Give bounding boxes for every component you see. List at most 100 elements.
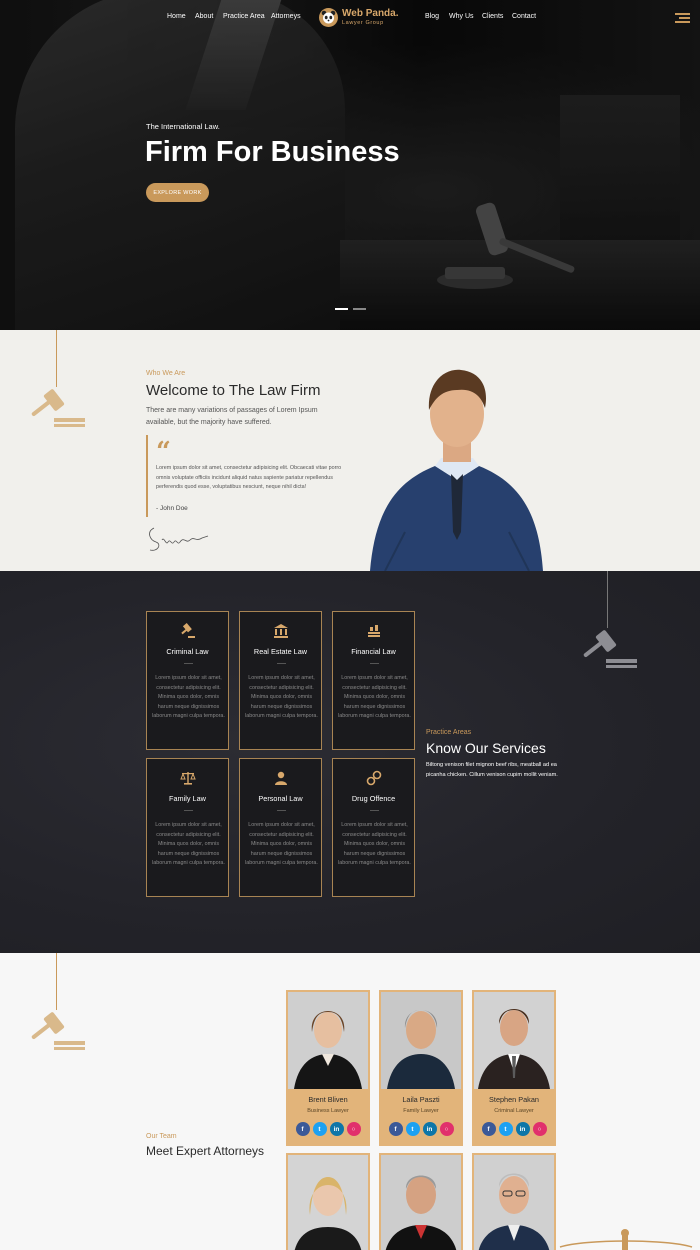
attorney-photo	[288, 992, 368, 1089]
explore-work-button[interactable]: EXPLORE WORK	[146, 183, 209, 202]
service-description: Lorem ipsum dolor sit amet, consectetur …	[338, 822, 411, 867]
divider	[184, 663, 193, 664]
attorney-photo	[381, 1155, 461, 1250]
team-card[interactable]	[379, 1153, 463, 1250]
gavel-decor-icon	[31, 1012, 85, 1050]
slider-dot-active[interactable]	[335, 308, 348, 310]
logo-title: Web Panda.	[342, 8, 399, 19]
attorney-role: Business Lawyer	[307, 1108, 349, 1114]
attorney-role: Criminal Lawyer	[494, 1108, 534, 1114]
nav-contact[interactable]: Contact	[512, 13, 536, 20]
facebook-icon[interactable]: f	[295, 1122, 310, 1136]
social-links: f t in ○	[292, 1122, 364, 1136]
services-description: Biltong venison filet mignon beef ribs, …	[426, 762, 558, 778]
decor-line	[607, 571, 608, 628]
scales-icon	[147, 770, 228, 788]
team-card[interactable]: Brent Bliven Business Lawyer f t in ○	[286, 990, 370, 1146]
testimonial-quote: “ Lorem ipsum dolor sit amet, consectetu…	[146, 435, 346, 517]
signature-image	[149, 527, 209, 551]
team-eyebrow: Our Team	[146, 1133, 177, 1140]
instagram-icon[interactable]: ○	[439, 1122, 454, 1136]
nav-attorneys[interactable]: Attorneys	[271, 13, 301, 20]
logo[interactable]: Web Panda. Lawyer Group	[319, 7, 409, 29]
linkedin-icon[interactable]: in	[515, 1122, 530, 1136]
nav-practice-area[interactable]: Practice Area	[223, 13, 265, 20]
quote-icon: “	[156, 437, 171, 467]
decor-line	[56, 330, 57, 387]
hero-section: Home About Practice Area Attorneys Web P…	[0, 0, 700, 330]
about-eyebrow: Who We Are	[146, 370, 186, 377]
instagram-icon[interactable]: ○	[532, 1122, 547, 1136]
nav-about[interactable]: About	[195, 13, 213, 20]
team-title: Meet Expert Attorneys	[146, 1144, 265, 1158]
instagram-icon[interactable]: ○	[346, 1122, 361, 1136]
social-links: f t in ○	[478, 1122, 550, 1136]
linkedin-icon[interactable]: in	[422, 1122, 437, 1136]
scales-decor-icon	[559, 1229, 693, 1250]
service-description: Lorem ipsum dolor sit amet, consectetur …	[338, 675, 411, 720]
service-title: Financial Law	[351, 647, 396, 656]
social-links: f t in ○	[385, 1122, 457, 1136]
team-card[interactable]: Stephen Pakan Criminal Lawyer f t in ○	[472, 990, 556, 1146]
menu-icon[interactable]	[675, 13, 690, 23]
service-description: Lorem ipsum dolor sit amet, consectetur …	[152, 822, 225, 867]
linkedin-icon[interactable]: in	[329, 1122, 344, 1136]
attorney-photo	[474, 1155, 554, 1250]
lawyer-portrait-image	[370, 369, 543, 571]
nav-blog[interactable]: Blog	[425, 13, 439, 20]
service-title: Criminal Law	[166, 647, 209, 656]
nav-why-us[interactable]: Why Us	[449, 13, 474, 20]
service-description: Lorem ipsum dolor sit amet, consectetur …	[245, 822, 318, 867]
about-section: Who We Are Welcome to The Law Firm There…	[0, 330, 700, 571]
divider	[277, 663, 286, 664]
services-section: Criminal Law Lorem ipsum dolor sit amet,…	[0, 571, 700, 953]
team-section: Our Team Meet Expert Attorneys Brent Bli…	[0, 953, 700, 1250]
service-card-financial-law[interactable]: Financial Law Lorem ipsum dolor sit amet…	[332, 611, 415, 750]
nav-home[interactable]: Home	[167, 13, 186, 20]
service-card-real-estate-law[interactable]: Real Estate Law Lorem ipsum dolor sit am…	[239, 611, 322, 750]
attorney-name: Stephen Pakan	[489, 1095, 539, 1104]
facebook-icon[interactable]: f	[388, 1122, 403, 1136]
quote-author: - John Doe	[156, 505, 188, 512]
attorney-name: Laila Paszti	[402, 1095, 440, 1104]
gavel-decor-icon	[31, 389, 85, 427]
about-title: Welcome to The Law Firm	[146, 382, 321, 399]
team-card[interactable]	[472, 1153, 556, 1250]
team-card[interactable]: Laila Paszti Family Lawyer f t in ○	[379, 990, 463, 1146]
courthouse-icon	[240, 623, 321, 641]
service-title: Family Law	[169, 794, 206, 803]
attorney-role: Family Lawyer	[403, 1108, 439, 1114]
twitter-icon[interactable]: t	[312, 1122, 327, 1136]
twitter-icon[interactable]: t	[498, 1122, 513, 1136]
slider-dot[interactable]	[353, 308, 366, 310]
team-card[interactable]	[286, 1153, 370, 1250]
divider	[370, 810, 379, 811]
attorney-photo	[474, 992, 554, 1089]
slider-pagination	[335, 307, 367, 311]
nav-clients[interactable]: Clients	[482, 13, 503, 20]
service-card-personal-law[interactable]: Personal Law Lorem ipsum dolor sit amet,…	[239, 758, 322, 897]
services-eyebrow: Practice Areas	[426, 729, 472, 736]
service-title: Real Estate Law	[253, 647, 308, 656]
decor-line	[56, 953, 57, 1010]
person-icon	[240, 770, 321, 788]
service-card-family-law[interactable]: Family Law Lorem ipsum dolor sit amet, c…	[146, 758, 229, 897]
service-card-criminal-law[interactable]: Criminal Law Lorem ipsum dolor sit amet,…	[146, 611, 229, 750]
divider	[184, 810, 193, 811]
services-title: Know Our Services	[426, 740, 546, 756]
about-lead: There are many variations of passages of…	[146, 407, 318, 426]
hero-tagline: The International Law.	[146, 122, 220, 131]
money-stack-icon	[333, 623, 414, 641]
attorney-photo	[381, 992, 461, 1089]
service-title: Personal Law	[258, 794, 303, 803]
quote-text: Lorem ipsum dolor sit amet, consectetur …	[156, 465, 342, 490]
twitter-icon[interactable]: t	[405, 1122, 420, 1136]
logo-subtitle: Lawyer Group	[342, 20, 384, 26]
attorney-name: Brent Bliven	[308, 1095, 348, 1104]
divider	[370, 663, 379, 664]
hero-title: Firm For Business	[145, 136, 400, 168]
panda-icon	[319, 8, 338, 27]
service-card-drug-offence[interactable]: Drug Offence Lorem ipsum dolor sit amet,…	[332, 758, 415, 897]
facebook-icon[interactable]: f	[481, 1122, 496, 1136]
main-nav: Home About Practice Area Attorneys Web P…	[0, 0, 700, 36]
